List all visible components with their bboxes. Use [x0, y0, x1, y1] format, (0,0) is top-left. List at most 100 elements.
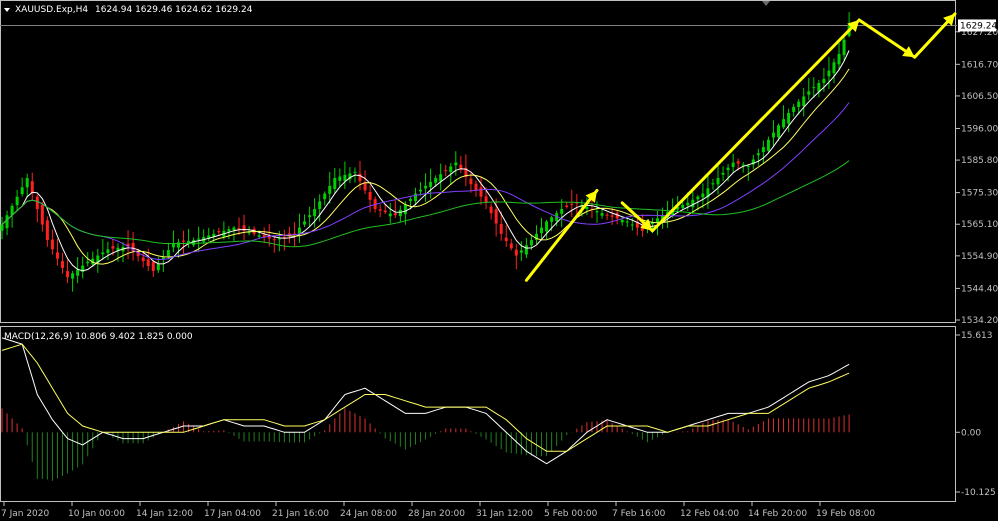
candle-body [313, 209, 317, 217]
candle-body [318, 201, 322, 210]
candle-body [545, 221, 549, 232]
candle-body [368, 191, 372, 200]
candle-body [146, 259, 150, 267]
candle-body [434, 178, 438, 183]
candle-body [303, 221, 307, 225]
candle-body [787, 112, 791, 124]
candle-body [782, 119, 786, 128]
price-tick-label: 1606.50 [961, 92, 998, 102]
candle-body [30, 181, 34, 194]
candle-body [35, 196, 39, 210]
candle-body [610, 215, 614, 217]
candle-body [0, 224, 4, 231]
ohlc-readout: 1624.94 1629.46 1624.62 1629.24 [95, 5, 253, 15]
macd-tick-label: 0.00 [961, 428, 981, 438]
time-tick-label: 31 Jan 12:00 [476, 509, 533, 519]
candle-body [565, 205, 569, 207]
candle-body [378, 209, 382, 211]
candle-body [792, 106, 796, 112]
candle-body [560, 209, 564, 214]
candle-body [413, 193, 417, 202]
price-tick-label: 1575.30 [961, 189, 998, 199]
macd-title: MACD(12,26,9) 10.806 9.402 1.825 0.000 [4, 332, 193, 342]
candle-body [197, 238, 201, 240]
price-tick-label: 1534.20 [961, 316, 998, 326]
candle-body [343, 174, 347, 181]
candle-body [257, 235, 261, 237]
candle-body [76, 269, 80, 276]
candle-body [328, 185, 332, 194]
candle-body [151, 261, 155, 272]
chart-canvas[interactable]: XAUUSD.Exp,H4 1624.94 1629.46 1624.62 16… [0, 0, 998, 521]
candle-body [45, 220, 49, 241]
candle-body [550, 217, 554, 222]
candle-body [711, 183, 715, 185]
candle-body [812, 87, 816, 89]
time-tick-label: 14 Jan 12:00 [136, 509, 193, 519]
time-tick-label: 10 Jan 00:00 [68, 509, 125, 519]
candle-body [358, 173, 362, 182]
candle-body [691, 199, 695, 208]
candle-body [761, 147, 765, 153]
price-tick-label: 1544.40 [961, 284, 998, 294]
candle-body [630, 224, 634, 226]
candle-body [731, 162, 735, 168]
candle-body [736, 161, 740, 164]
candle-body [489, 206, 493, 214]
time-tick-label: 21 Jan 16:00 [272, 509, 329, 519]
price-tick-label: 1616.70 [961, 60, 998, 70]
candle-body [529, 240, 533, 246]
candle-body [842, 39, 846, 56]
candle-body [156, 264, 160, 271]
candle-body [408, 198, 412, 202]
candle-body [106, 249, 110, 254]
price-tick-label: 1585.80 [961, 156, 998, 166]
price-tick-label: 1565.10 [961, 220, 998, 230]
candle-body [514, 249, 518, 256]
candle-body [71, 273, 75, 279]
time-tick-label: 17 Jan 04:00 [204, 509, 261, 519]
candle-body [393, 213, 397, 216]
candle-body [716, 178, 720, 185]
candle-body [746, 165, 750, 168]
candle-body [338, 176, 342, 181]
candle-body [524, 245, 528, 255]
price-tick-label: 1554.90 [961, 252, 998, 262]
candle-body [66, 271, 70, 278]
time-tick-label: 5 Feb 00:00 [544, 509, 598, 519]
candle-body [232, 227, 236, 230]
macd-tick-label: 15.613 [961, 331, 993, 341]
candle-body [474, 183, 478, 191]
price-tick-label: 1596.00 [961, 124, 998, 134]
candle-body [55, 252, 59, 259]
candle-body [419, 189, 423, 192]
candle-body [595, 211, 599, 213]
candle-body [605, 214, 609, 216]
candle-body [86, 261, 90, 264]
candle-body [429, 181, 433, 187]
candle-body [166, 250, 170, 257]
candle-body [696, 196, 700, 200]
candle-body [519, 250, 523, 253]
candle-body [247, 232, 251, 234]
candle-body [182, 240, 186, 242]
candle-body [272, 239, 276, 241]
candle-body [5, 215, 9, 229]
candle-body [726, 167, 730, 171]
candle-body [111, 246, 115, 249]
candle-body [620, 219, 624, 223]
time-tick-label: 28 Jan 20:00 [408, 509, 465, 519]
macd-tick-label: -10.125 [961, 488, 996, 498]
candle-body [686, 202, 690, 206]
time-tick-label: 24 Jan 08:00 [340, 509, 397, 519]
candle-body [323, 193, 327, 200]
candle-body [353, 171, 357, 173]
candle-body [141, 257, 145, 262]
candle-body [227, 229, 231, 232]
candle-body [192, 240, 196, 246]
candle-body [540, 227, 544, 234]
candle-body [50, 239, 54, 250]
candle-body [766, 139, 770, 151]
candle-body [822, 78, 826, 83]
candle-body [802, 96, 806, 106]
